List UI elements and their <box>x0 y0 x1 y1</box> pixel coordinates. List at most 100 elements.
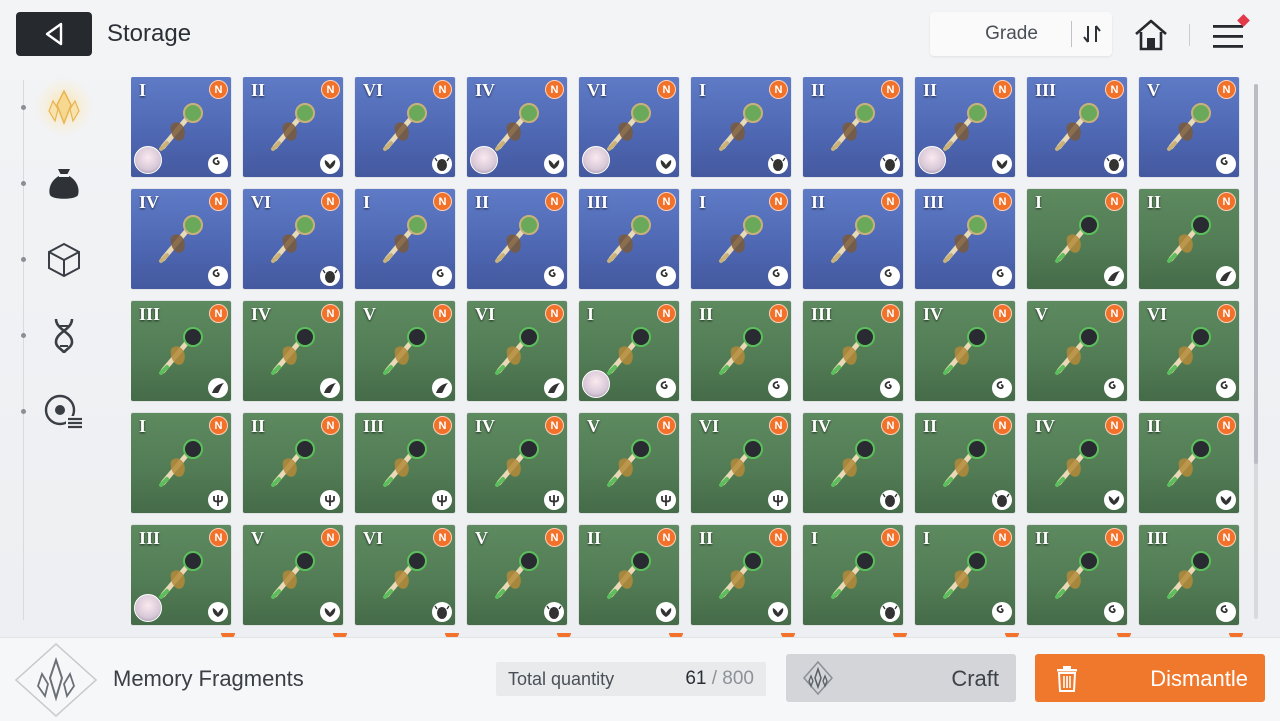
grade-numeral: I <box>699 192 707 212</box>
grade-numeral: III <box>811 304 833 324</box>
storage-item-card[interactable]: VI N <box>355 525 455 625</box>
storage-item-card[interactable]: IV N <box>131 189 231 289</box>
grade-numeral: IV <box>139 192 160 212</box>
storage-item-card[interactable]: VN <box>243 525 343 625</box>
back-button[interactable] <box>16 12 92 56</box>
voodoo-doll-icon <box>495 103 539 151</box>
storage-item-card[interactable]: II N <box>803 189 903 289</box>
storage-item-card[interactable]: VN <box>355 301 455 401</box>
home-button[interactable] <box>1130 16 1172 54</box>
storage-item-card[interactable]: VI N <box>1139 301 1239 401</box>
storage-item-card[interactable]: VI N <box>467 301 567 401</box>
new-badge: N <box>433 304 452 323</box>
storage-item-card[interactable]: VN <box>1139 77 1239 177</box>
menu-button[interactable] <box>1208 14 1250 54</box>
craft-fragment-icon <box>803 660 833 696</box>
storage-item-card[interactable]: VI N <box>243 189 343 289</box>
sidebar-item-recall[interactable] <box>34 382 94 442</box>
grade-filter-label[interactable]: Grade <box>930 23 1071 45</box>
storage-item-card[interactable]: IN <box>691 77 791 177</box>
storage-item-card[interactable]: II N <box>467 189 567 289</box>
storage-item-card[interactable]: IN <box>131 413 231 513</box>
storage-item-card[interactable]: III N <box>131 301 231 401</box>
storage-item-card[interactable]: III N <box>1139 525 1239 625</box>
swirl-type-icon <box>768 266 788 286</box>
storage-item-card[interactable]: IN <box>579 301 679 401</box>
new-badge: N <box>433 528 452 547</box>
storage-item-card[interactable]: II N <box>915 77 1015 177</box>
storage-item-card[interactable]: III N <box>131 525 231 625</box>
storage-item-card[interactable]: VN <box>467 525 567 625</box>
storage-item-card[interactable]: II N <box>691 301 791 401</box>
sidebar-item-dna[interactable] <box>34 306 94 366</box>
storage-item-card[interactable]: IN <box>803 525 903 625</box>
storage-item-card[interactable]: II N <box>579 525 679 625</box>
storage-item-card[interactable]: IV N <box>1027 413 1127 513</box>
fragment-category-label: Memory Fragments <box>113 666 304 691</box>
storage-item-card[interactable]: III N <box>579 189 679 289</box>
storage-item-card[interactable]: IN <box>355 189 455 289</box>
grade-numeral: IV <box>811 416 832 436</box>
lotus-glyph <box>660 608 672 617</box>
storage-item-card[interactable]: VI N <box>691 413 791 513</box>
new-badge: N <box>209 192 228 211</box>
storage-item-card[interactable]: IV N <box>803 413 903 513</box>
wooden-key-icon <box>943 103 987 151</box>
storage-item-card[interactable]: IV N <box>915 301 1015 401</box>
storage-item-card[interactable]: III N <box>1027 77 1127 177</box>
grade-numeral: II <box>251 80 266 100</box>
sidebar-item-memory-fragments[interactable] <box>34 77 94 137</box>
storage-item-card[interactable]: VI N <box>579 77 679 177</box>
grade-numeral: II <box>1147 416 1162 436</box>
beetle-glyph <box>434 605 450 619</box>
storage-item-card[interactable]: VI N <box>355 77 455 177</box>
grade-numeral: IV <box>1035 416 1056 436</box>
grade-sort-control[interactable]: Grade <box>930 12 1112 56</box>
storage-item-card[interactable]: IV N <box>467 77 567 177</box>
storage-item-card[interactable]: IN <box>915 525 1015 625</box>
storage-item-card[interactable]: III N <box>915 189 1015 289</box>
dismantle-button[interactable]: Dismantle <box>1035 654 1265 702</box>
storage-item-card[interactable]: II N <box>243 77 343 177</box>
storage-item-card[interactable]: IN <box>131 77 231 177</box>
storage-item-card[interactable]: VN <box>1027 301 1127 401</box>
trident-glyph <box>661 495 671 506</box>
grid-scrollbar[interactable] <box>1254 84 1258 619</box>
trident-glyph <box>437 495 447 506</box>
craft-button[interactable]: Craft <box>786 654 1016 702</box>
sidebar-item-pouch[interactable] <box>34 154 94 214</box>
storage-item-card[interactable]: VN <box>579 413 679 513</box>
scarab-dagger-icon <box>831 551 875 599</box>
grade-numeral: V <box>1035 304 1048 324</box>
storage-item-card[interactable]: IV N <box>467 413 567 513</box>
beetle-type-icon <box>880 154 900 174</box>
wing-glyph <box>548 383 560 393</box>
storage-item-card[interactable]: IN <box>691 189 791 289</box>
golden-chalice-icon <box>495 551 539 599</box>
grade-numeral: III <box>1035 80 1057 100</box>
storage-item-card[interactable]: IV N <box>243 301 343 401</box>
sort-order-button[interactable] <box>1072 23 1112 45</box>
lotus-glyph <box>1108 496 1120 505</box>
storage-item-card[interactable]: II N <box>1139 413 1239 513</box>
lotus-type-icon <box>320 154 340 174</box>
storage-item-card[interactable]: II N <box>1027 525 1127 625</box>
trident-type-icon <box>544 490 564 510</box>
storage-item-card[interactable]: II N <box>1139 189 1239 289</box>
sidebar-item-cube[interactable] <box>34 230 94 290</box>
scrollbar-thumb[interactable] <box>1254 84 1258 464</box>
potion-flask-icon <box>943 215 987 263</box>
storage-item-card[interactable]: II N <box>243 413 343 513</box>
storage-item-card[interactable]: II N <box>691 525 791 625</box>
storage-item-card[interactable]: III N <box>803 301 903 401</box>
swirl-type-icon <box>992 378 1012 398</box>
bone-key-icon <box>1055 551 1099 599</box>
storage-item-card[interactable]: III N <box>355 413 455 513</box>
wing-glyph <box>212 383 224 393</box>
beetle-type-icon <box>880 490 900 510</box>
storage-item-card[interactable]: II N <box>803 77 903 177</box>
storage-item-card[interactable]: IN <box>1027 189 1127 289</box>
beetle-glyph <box>434 157 450 171</box>
new-badge: N <box>545 192 564 211</box>
storage-item-card[interactable]: II N <box>915 413 1015 513</box>
